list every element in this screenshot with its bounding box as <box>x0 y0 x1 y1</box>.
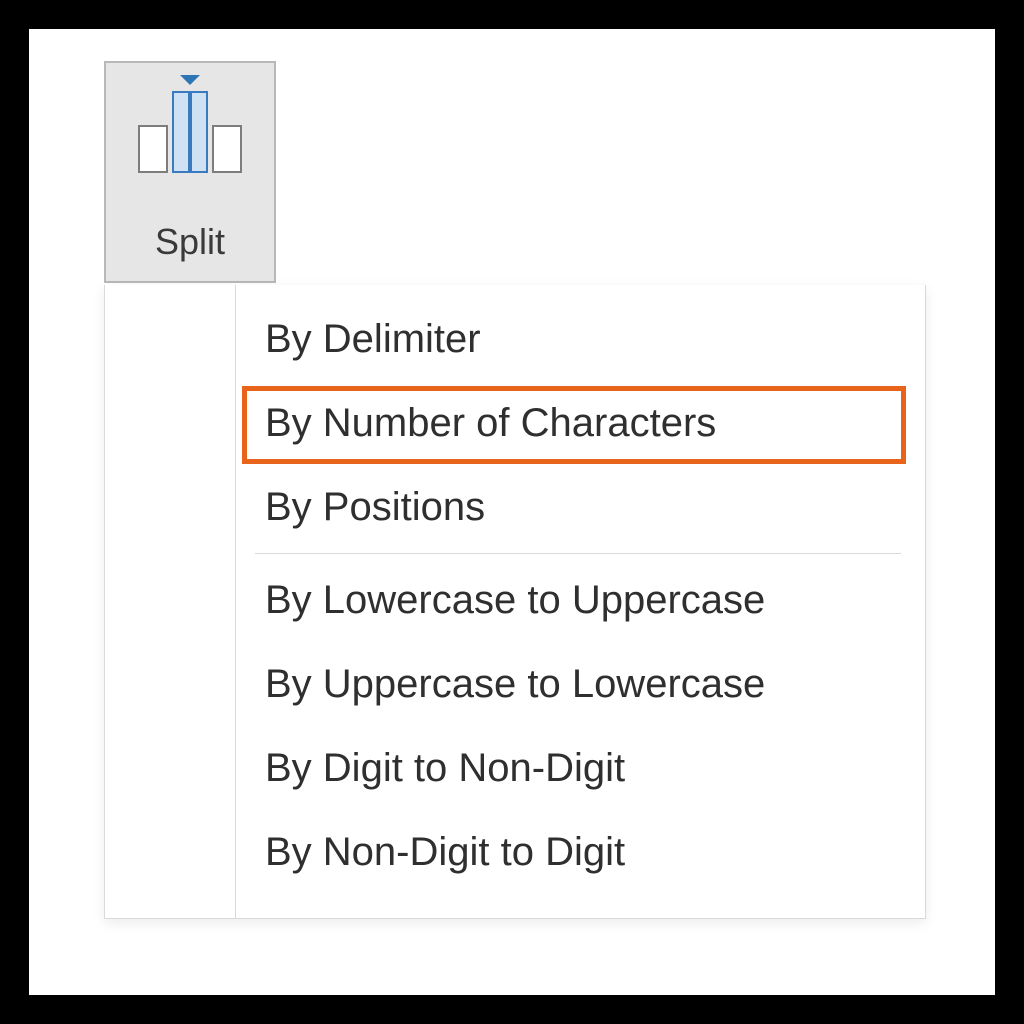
split-column-button[interactable]: Split Column <box>104 61 276 283</box>
menu-item-label: By Uppercase to Lowercase <box>265 662 765 707</box>
menu-item-label: By Digit to Non-Digit <box>265 746 625 791</box>
menu-item-by-lowercase-to-uppercase[interactable]: By Lowercase to Uppercase <box>105 558 925 642</box>
menu-separator <box>255 553 901 554</box>
menu-item-label: By Non-Digit to Digit <box>265 830 625 875</box>
menu-item-by-digit-to-non-digit[interactable]: By Digit to Non-Digit <box>105 726 925 810</box>
menu-item-by-delimiter[interactable]: By Delimiter <box>105 297 925 381</box>
menu-item-by-positions[interactable]: By Positions <box>105 465 925 549</box>
menu-item-by-uppercase-to-lowercase[interactable]: By Uppercase to Lowercase <box>105 642 925 726</box>
menu-item-label: By Positions <box>265 485 485 530</box>
menu-item-label: By Number of Characters <box>265 401 716 446</box>
app-window: Split Column By Delimiter By Number of C… <box>29 29 995 995</box>
split-column-icon <box>106 63 274 183</box>
menu-item-by-non-digit-to-digit[interactable]: By Non-Digit to Digit <box>105 810 925 894</box>
menu-item-label: By Lowercase to Uppercase <box>265 578 765 623</box>
menu-item-by-number-of-characters[interactable]: By Number of Characters <box>105 381 925 465</box>
menu-item-label: By Delimiter <box>265 317 481 362</box>
split-column-label-line1: Split <box>155 221 225 262</box>
split-column-menu: By Delimiter By Number of Characters By … <box>104 285 926 919</box>
